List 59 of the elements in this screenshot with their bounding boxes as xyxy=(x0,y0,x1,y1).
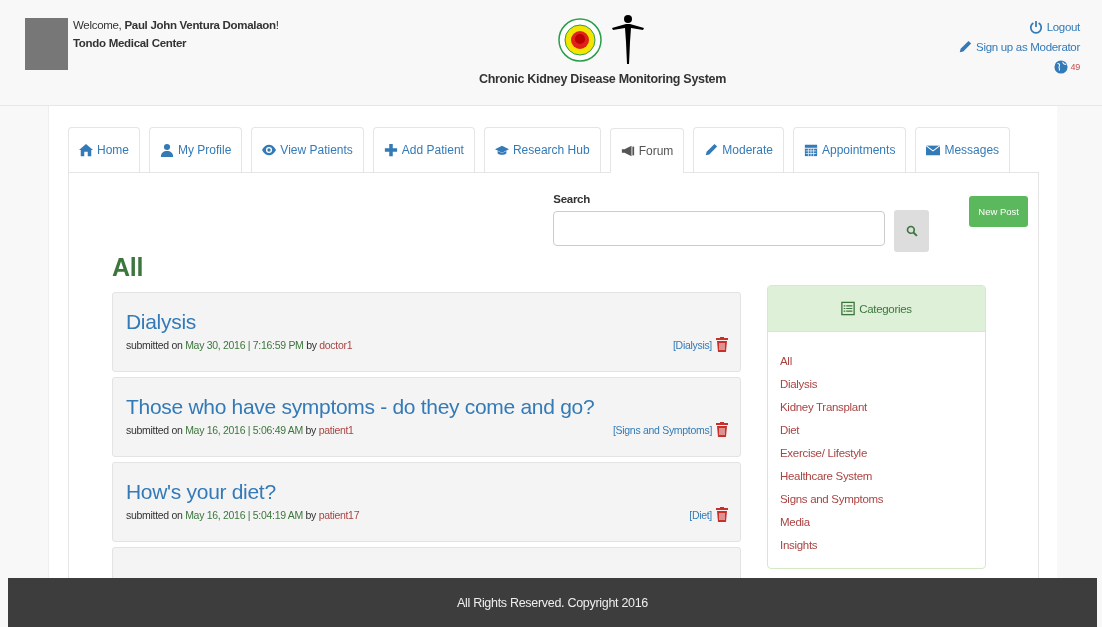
category-link[interactable]: Diet xyxy=(780,419,973,442)
trash-icon[interactable] xyxy=(716,507,728,522)
new-post-button[interactable]: New Post xyxy=(969,196,1028,227)
post-category-link[interactable]: [Signs and Symptoms] xyxy=(612,423,712,436)
copyright-text: All Rights Reserved. Copyright 2016 xyxy=(457,595,648,610)
nav-tab[interactable]: My Profile xyxy=(149,127,243,172)
house-icon xyxy=(79,143,93,157)
trash-icon[interactable] xyxy=(716,422,728,437)
category-link[interactable]: Healthcare System xyxy=(780,465,973,488)
welcome-text: Welcome, Paul John Ventura Domalaon! xyxy=(73,18,279,32)
search-field[interactable] xyxy=(553,211,886,246)
avatar-photo-placeholder xyxy=(25,18,68,70)
site-title: Chronic Kidney Disease Monitoring System xyxy=(478,72,727,86)
nav-tab[interactable]: Research Hub xyxy=(483,127,601,172)
category-link[interactable]: Kidney Transplant xyxy=(780,396,973,419)
category-link[interactable]: Dialysis xyxy=(780,373,973,396)
envelope-icon xyxy=(926,143,941,157)
categories-title: Categories xyxy=(859,302,912,315)
post-title-link[interactable]: How's your diet? xyxy=(126,480,276,503)
society-seal-logo-icon xyxy=(557,18,602,62)
pencil-icon xyxy=(958,40,973,54)
post-meta-text: submitted on May 16, 2016 | 5:06:49 AM by patient1 xyxy=(126,423,354,436)
eye-icon xyxy=(262,143,277,157)
nav-tab[interactable]: Messages xyxy=(915,127,1011,172)
nav-tab[interactable]: Add Patient xyxy=(372,127,475,172)
nav-tab[interactable]: Appointments xyxy=(793,127,907,172)
power-icon xyxy=(1028,20,1043,34)
post-category-link[interactable]: [Dialysis] xyxy=(673,338,712,351)
category-link[interactable]: Exercise/ Lifestyle xyxy=(780,442,973,465)
account-link[interactable]: Sign up as Moderator xyxy=(958,40,1080,54)
nav-tab[interactable]: Moderate xyxy=(693,127,784,172)
nav-tab[interactable]: View Patients xyxy=(251,127,364,172)
post-category-link[interactable]: [Diet] xyxy=(689,508,712,521)
account-link[interactable]: Logout xyxy=(1028,20,1080,34)
post-title-link[interactable]: Dialysis xyxy=(126,310,196,333)
pencil-icon xyxy=(704,143,719,157)
search-icon xyxy=(905,225,918,237)
category-link[interactable]: Media xyxy=(780,511,973,534)
plus-icon xyxy=(383,143,398,157)
post-meta-text: submitted on May 30, 2016 | 7:16:59 PM by doctor1 xyxy=(126,338,353,351)
category-heading: All xyxy=(112,252,145,283)
category-link[interactable]: Signs and Symptoms xyxy=(780,488,973,511)
globe-icon[interactable] xyxy=(1053,60,1068,74)
search-label: Search xyxy=(553,193,591,205)
calendar-icon xyxy=(804,143,818,157)
search-button[interactable] xyxy=(894,210,930,252)
post-title-link[interactable]: Those who have symptoms - do they come and go? xyxy=(126,395,595,418)
graduation-cap-icon xyxy=(494,143,509,157)
notification-count: 49 xyxy=(1070,62,1080,72)
category-link[interactable]: Insights xyxy=(780,534,973,557)
post-meta-text: submitted on May 16, 2016 | 5:04:19 AM by patient17 xyxy=(126,508,360,521)
category-link[interactable]: All xyxy=(780,350,973,373)
nav-tab[interactable]: Forum xyxy=(609,128,685,173)
megaphone-icon xyxy=(620,144,635,158)
list-icon xyxy=(841,301,856,316)
trash-icon[interactable] xyxy=(716,337,728,352)
nav-tab[interactable]: Home xyxy=(68,127,140,172)
organization-name: Tondo Medical Center xyxy=(73,36,188,50)
person-icon xyxy=(160,143,174,157)
